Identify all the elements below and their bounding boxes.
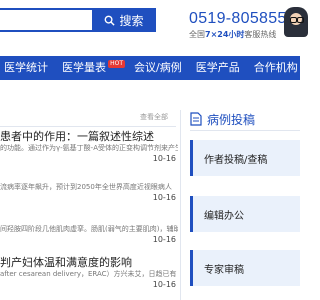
hotline-suffix: 客服热线: [244, 30, 277, 39]
news-title[interactable]: 判产妇体温和满意度的影响: [0, 254, 178, 270]
nav-item-scales[interactable]: 医学量表 HOT: [55, 56, 125, 80]
hotline-prefix: 全国: [189, 30, 205, 39]
news-desc: 流病率逐年飙升，预计到2050年全世界高度近视眼病人: [0, 183, 172, 191]
author-submit-label: 作者投稿/查稿: [204, 155, 268, 166]
nav-item-partners[interactable]: 合作机构: [247, 56, 300, 80]
view-all-link[interactable]: 查看全部: [140, 112, 168, 122]
sidebar-header: 病例投稿: [190, 108, 300, 131]
hot-badge: HOT: [108, 60, 125, 68]
news-date: 10-16: [152, 280, 176, 289]
editor-office-label: 编辑办公: [204, 211, 244, 222]
expert-review-card[interactable]: 专家审稿: [190, 250, 300, 286]
column-divider: [180, 110, 181, 300]
search-button-label: 搜索: [119, 13, 144, 28]
document-icon: [190, 112, 202, 126]
news-date: 10-16: [152, 193, 176, 202]
news-title[interactable]: 患者中的作用：一篇叙述性综述: [0, 128, 178, 144]
search-icon: [105, 15, 116, 26]
search-input[interactable]: [0, 8, 92, 32]
news-desc: 的功能。通过作为γ-氨基丁酸-A受体的正变构调节剂来产生: [0, 144, 178, 152]
hotline-text: 全国7×24小时客服热线: [189, 29, 276, 40]
service-avatar: [284, 7, 308, 37]
nav-item-meetings[interactable]: 会议/病例: [127, 56, 189, 80]
news-date: 10-16: [152, 154, 176, 163]
news-desc: after cesarean delivery，ERAC）方兴未艾，日趋已有: [0, 270, 177, 278]
author-submit-card[interactable]: 作者投稿/查稿: [190, 140, 300, 176]
news-date: 10-16: [152, 235, 176, 244]
nav-item-scales-label: 医学量表: [62, 61, 106, 74]
news-desc: 间羟胺四阶段几他肌肉虚挛。肠肌(弱气的主要肌肉)，辅助吸气: [0, 225, 178, 233]
nav-item-products[interactable]: 医学产品: [189, 56, 247, 80]
nav-item-statistics[interactable]: 医学统计: [0, 56, 55, 80]
expert-review-label: 专家审稿: [204, 265, 244, 276]
editor-office-card[interactable]: 编辑办公: [190, 196, 300, 232]
news-header: 查看全部: [0, 110, 176, 127]
search-button[interactable]: 搜索: [92, 8, 156, 32]
hotline-hours: 7×24小时: [205, 30, 245, 39]
main-nav: 医学统计 医学量表HOT 会议/病例 医学产品 合作机构 个人: [0, 56, 300, 80]
sidebar-title: 病例投稿: [207, 112, 256, 127]
